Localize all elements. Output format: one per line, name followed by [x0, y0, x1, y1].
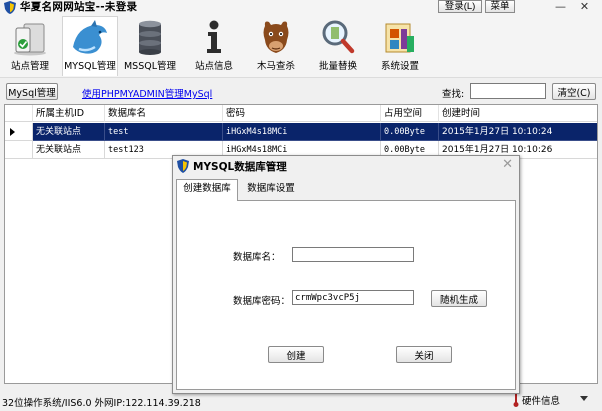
column-header-size[interactable]: 占用空间: [381, 105, 439, 122]
hardware-info-button[interactable]: 硬件信息: [522, 393, 560, 407]
close-window-button[interactable]: ✕: [576, 0, 593, 13]
chevron-down-icon[interactable]: [580, 396, 588, 401]
row-header[interactable]: [5, 123, 33, 141]
shield-logo-icon: [4, 1, 16, 14]
tool-batch-replace[interactable]: 批量替换: [310, 16, 366, 76]
row-header[interactable]: [5, 141, 33, 159]
tool-mysql-management[interactable]: MYSQL管理: [62, 16, 118, 76]
create-button[interactable]: 创建: [268, 346, 324, 363]
main-toolbar: 站点管理 MYSQL管理 MSSQL管理 站点信息 木马查杀 批量替换 系统设置: [0, 14, 602, 78]
mysql-management-button[interactable]: MySql管理: [6, 83, 58, 100]
tab-create-database[interactable]: 创建数据库: [176, 179, 238, 201]
login-button[interactable]: 登录(L): [438, 0, 482, 13]
window-title: 华夏名网网站宝--未登录: [20, 1, 138, 13]
db-password-label: 数据库密码：: [233, 296, 291, 307]
column-header-password[interactable]: 密码: [223, 105, 381, 122]
tool-site-info[interactable]: 站点信息: [186, 16, 242, 76]
column-header-name[interactable]: 数据库名: [105, 105, 223, 122]
settings-icon: [385, 23, 414, 53]
thermometer-icon: [513, 394, 519, 407]
phpmyadmin-link[interactable]: 使用PHPMYADMIN管理MySql: [82, 86, 212, 100]
db-name-label: 数据库名：: [233, 252, 281, 263]
clear-button[interactable]: 清空(C): [552, 83, 596, 100]
dialog-title: MYSQL数据库管理: [193, 161, 287, 173]
info-icon: [207, 20, 221, 53]
tool-site-management[interactable]: 站点管理: [2, 16, 58, 76]
cell-name[interactable]: test: [105, 123, 223, 141]
tool-label: MSSQL管理: [123, 61, 177, 72]
tool-label: 木马查杀: [256, 61, 295, 72]
table-row[interactable]: 无关联站点 test iHGxM4s18MCi 0.00Byte 2015年1月…: [5, 123, 597, 141]
horse-icon: [263, 21, 289, 53]
cell-host[interactable]: 无关联站点: [33, 123, 105, 141]
search-label: 查找:: [442, 89, 465, 100]
column-header-host[interactable]: 所属主机ID: [33, 105, 105, 122]
tool-trojan-scan[interactable]: 木马查杀: [248, 16, 304, 76]
database-icon: [139, 20, 161, 55]
dialog-title-bar[interactable]: MYSQL数据库管理 ✕: [173, 156, 519, 176]
grid-header: 所属主机ID 数据库名 密码 占用空间 创建时间: [5, 105, 597, 122]
menu-button[interactable]: 菜单: [485, 0, 515, 13]
db-password-input[interactable]: [292, 290, 414, 305]
server-icon: [14, 23, 46, 56]
title-bar: 华夏名网网站宝--未登录 登录(L) 菜单 — ✕: [0, 0, 602, 14]
current-row-arrow-icon: [10, 128, 15, 136]
column-header-created[interactable]: 创建时间: [439, 105, 597, 122]
mysql-manager-dialog: MYSQL数据库管理 ✕ 创建数据库 数据库设置 数据库名： 数据库密码： 随机…: [172, 155, 520, 394]
create-database-panel: 数据库名： 数据库密码： 随机生成 创建 关闭: [176, 200, 516, 390]
tool-system-settings[interactable]: 系统设置: [372, 16, 428, 76]
tab-database-settings[interactable]: 数据库设置: [241, 180, 301, 200]
tool-label: MYSQL管理: [64, 61, 116, 72]
minimize-button[interactable]: —: [552, 0, 569, 13]
status-text: 32位操作系统/IIS6.0 外网IP:122.114.39.218: [2, 398, 201, 409]
shield-logo-icon: [177, 159, 189, 173]
search-input[interactable]: [470, 83, 546, 99]
tool-label: 系统设置: [380, 61, 419, 72]
tool-label: 站点信息: [194, 61, 233, 72]
row-header-corner: [5, 105, 33, 122]
cell-host[interactable]: 无关联站点: [33, 141, 105, 159]
random-generate-button[interactable]: 随机生成: [431, 290, 487, 307]
magnifier-icon: [322, 20, 355, 54]
cell-password[interactable]: iHGxM4s18MCi: [223, 123, 381, 141]
cell-created[interactable]: 2015年1月27日 10:10:24: [439, 123, 597, 141]
dialog-close-button[interactable]: ✕: [502, 158, 513, 172]
tool-label: 批量替换: [318, 61, 357, 72]
close-dialog-button[interactable]: 关闭: [396, 346, 452, 363]
tool-label: 站点管理: [10, 61, 49, 72]
tool-mssql-management[interactable]: MSSQL管理: [122, 16, 178, 76]
cell-size[interactable]: 0.00Byte: [381, 123, 439, 141]
dolphin-icon: [73, 20, 107, 54]
sub-toolbar: MySql管理 使用PHPMYADMIN管理MySql 查找: 清空(C): [0, 79, 602, 101]
db-name-input[interactable]: [292, 247, 414, 262]
